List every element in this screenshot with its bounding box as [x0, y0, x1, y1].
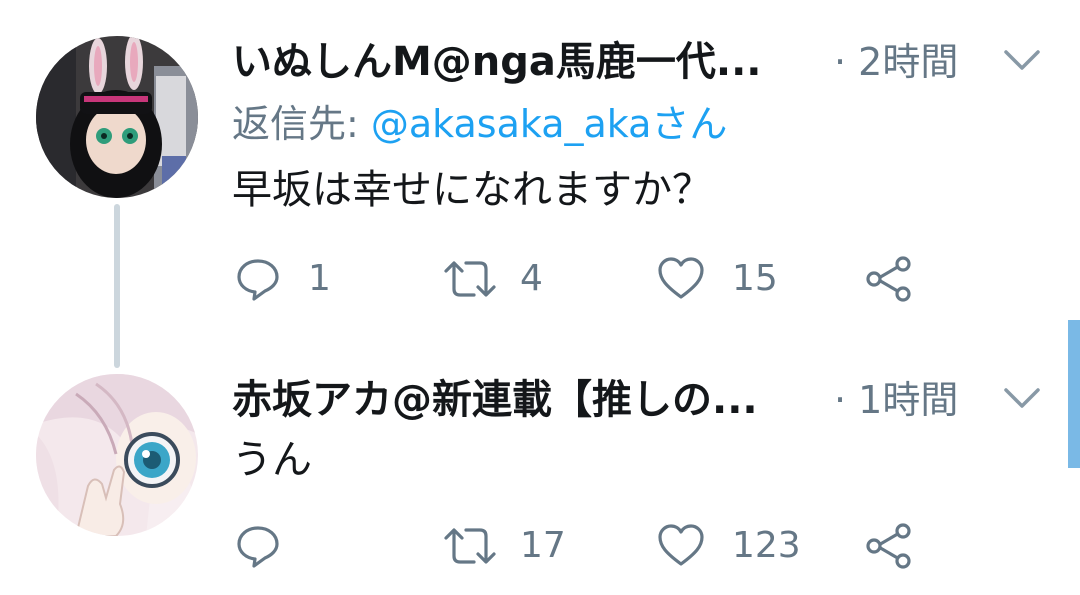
reply-button[interactable]: 1 — [234, 254, 331, 304]
retweet-button[interactable]: 4 — [442, 254, 543, 304]
share-icon — [866, 256, 911, 302]
share-button[interactable] — [864, 254, 914, 304]
thread-connector-line — [114, 204, 120, 368]
tweet-timestamp[interactable]: · 2時間 — [834, 38, 958, 86]
tweet-thread: いぬしんM@nga馬鹿一代... · 2時間 返信先: @akasaka_aka… — [0, 0, 1080, 595]
chevron-down-icon[interactable] — [1000, 378, 1044, 418]
retweet-icon — [444, 528, 496, 564]
reply-count: 1 — [308, 258, 331, 299]
like-count: 123 — [732, 525, 801, 566]
like-button[interactable]: 123 — [656, 521, 801, 571]
reply-to-prefix: 返信先: — [232, 102, 371, 146]
tweet-text: うん — [232, 437, 312, 483]
like-button[interactable]: 15 — [656, 254, 778, 304]
speech-bubble-icon — [237, 259, 279, 301]
author-name[interactable]: 赤坂アカ@新連載【推しの... — [232, 376, 758, 424]
retweet-icon — [444, 261, 496, 297]
share-button[interactable] — [864, 521, 914, 571]
chevron-down-icon[interactable] — [1000, 40, 1044, 80]
avatar[interactable] — [36, 374, 198, 536]
speech-bubble-icon — [237, 526, 279, 568]
reply-button[interactable] — [234, 521, 308, 571]
tweet-text: 早坂は幸せになれますか？ — [232, 167, 712, 213]
retweet-count: 4 — [520, 258, 543, 299]
retweet-count: 17 — [520, 525, 566, 566]
avatar[interactable] — [36, 36, 198, 198]
reply-to-line: 返信先: @akasaka_akaさん — [232, 100, 727, 148]
author-name[interactable]: いぬしんM@nga馬鹿一代... — [232, 38, 762, 86]
tweet-timestamp[interactable]: · 1時間 — [834, 376, 958, 424]
reply-to-handle-link[interactable]: @akasaka_akaさん — [371, 102, 728, 146]
heart-icon — [658, 257, 704, 299]
retweet-button[interactable]: 17 — [442, 521, 566, 571]
like-count: 15 — [732, 258, 778, 299]
heart-icon — [658, 524, 704, 566]
scrollbar-thumb[interactable] — [1068, 320, 1080, 468]
share-icon — [866, 523, 911, 569]
